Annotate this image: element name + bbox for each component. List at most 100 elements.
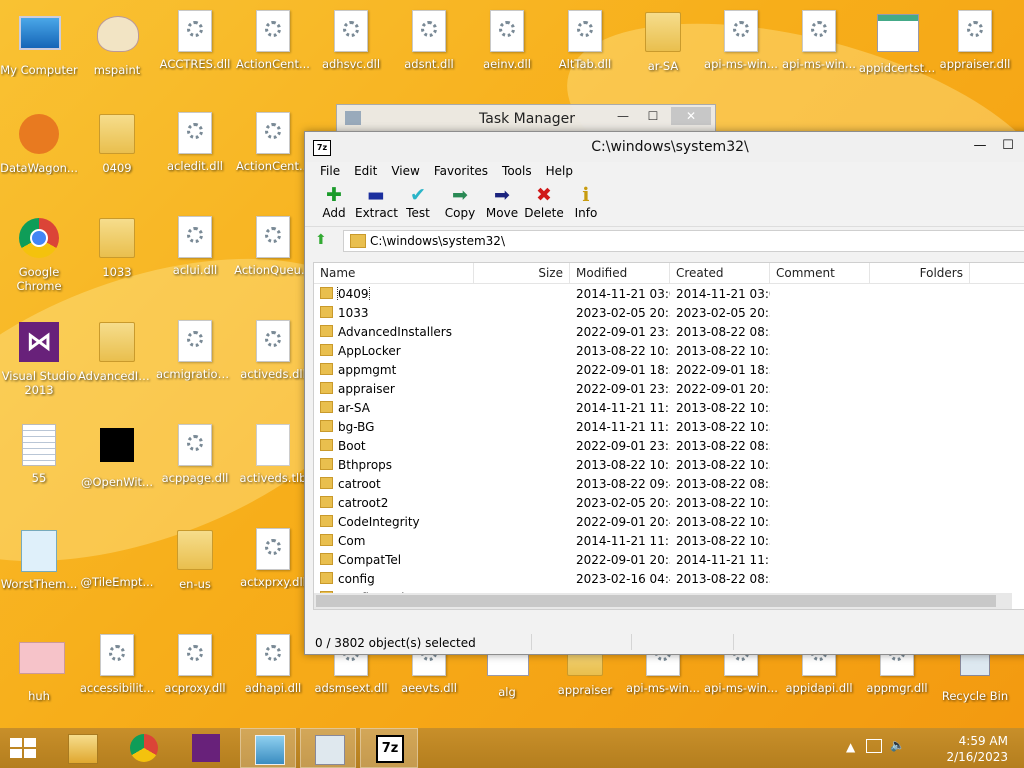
add-button[interactable]: ✚ Add: [313, 182, 355, 226]
file-list[interactable]: Name Size Modified Created Comment Folde…: [313, 262, 1024, 610]
taskbar-photos[interactable]: [240, 728, 296, 768]
table-row[interactable]: catroot 2013-08-22 09:45 2013-08-22 08:36: [314, 474, 1024, 493]
desktop-icon[interactable]: WorstThem...: [0, 528, 78, 591]
copy-button[interactable]: ➡ Copy: [439, 182, 481, 226]
desktop-icon[interactable]: adsnt.dll: [390, 10, 468, 71]
desktop-icon[interactable]: @TileEmpt...: [78, 528, 156, 589]
table-row[interactable]: 1033 2023-02-05 20:31 2023-02-05 20:31: [314, 303, 1024, 322]
desktop-icon[interactable]: acppage.dll: [156, 424, 234, 485]
delete-button[interactable]: ✖ Delete: [523, 182, 565, 226]
menu-view[interactable]: View: [384, 162, 426, 182]
desktop-icon[interactable]: huh: [0, 634, 78, 703]
desktop-icon[interactable]: ActionQueu...: [234, 216, 312, 277]
desktop-icon[interactable]: @OpenWit...: [78, 424, 156, 489]
7zip-file-manager-window[interactable]: 7z C:\windows\system32\ — ☐ File Edit View…: [304, 131, 1024, 655]
desktop-icon[interactable]: aeinv.dll: [468, 10, 546, 71]
taskbar-file-explorer[interactable]: [56, 728, 108, 768]
path-input[interactable]: C:\windows\system32\: [343, 230, 1024, 252]
desktop-icon[interactable]: accessibilit...: [78, 634, 156, 695]
start-button[interactable]: [10, 738, 38, 760]
desktop-icon[interactable]: activeds.tlb: [234, 424, 312, 485]
table-row[interactable]: ar-SA 2014-11-21 11:17 2013-08-22 10:36: [314, 398, 1024, 417]
dll-icon: [331, 10, 371, 54]
test-button[interactable]: ✔ Test: [397, 182, 439, 226]
desktop-icon[interactable]: Google Chrome: [0, 216, 78, 293]
table-row[interactable]: CodeIntegrity 2022-09-01 20:40 2013-08-22 …: [314, 512, 1024, 531]
table-row[interactable]: catroot2 2023-02-05 20:46 2013-08-22 10:36: [314, 493, 1024, 512]
up-folder-icon[interactable]: ⬆: [315, 232, 327, 248]
desktop-icon[interactable]: actxprxy.dll: [234, 528, 312, 589]
desktop-icon[interactable]: acproxy.dll: [156, 634, 234, 695]
menu-file[interactable]: File: [313, 162, 347, 182]
table-row[interactable]: AdvancedInstallers 2022-09-01 23:59 2013-0…: [314, 322, 1024, 341]
move-button[interactable]: ➡ Move: [481, 182, 523, 226]
desktop-icon[interactable]: adhapi.dll: [234, 634, 312, 695]
desktop-icon[interactable]: ⋈ Visual Studio 2013: [0, 320, 78, 397]
column-created[interactable]: Created: [670, 263, 770, 283]
maximize-icon[interactable]: ☐: [639, 107, 667, 125]
folder-icon: [320, 533, 333, 546]
taskbar-chrome[interactable]: [118, 728, 170, 768]
desktop-icon[interactable]: 55: [0, 424, 78, 485]
column-comment[interactable]: Comment: [770, 263, 870, 283]
desktop-icon[interactable]: adhsvc.dll: [312, 10, 390, 71]
table-row[interactable]: Boot 2022-09-01 23:59 2013-08-22 08:36: [314, 436, 1024, 455]
desktop-icon[interactable]: activeds.dll: [234, 320, 312, 381]
column-name[interactable]: Name: [314, 263, 474, 283]
extract-button[interactable]: ▬ Extract: [355, 182, 398, 226]
minimize-icon[interactable]: —: [609, 107, 637, 125]
table-row[interactable]: Com 2014-11-21 11:17 2013-08-22 10:36: [314, 531, 1024, 550]
desktop-icon[interactable]: acledit.dll: [156, 112, 234, 173]
desktop-icon[interactable]: api-ms-win...: [702, 10, 780, 71]
desktop-icon[interactable]: aclui.dll: [156, 216, 234, 277]
volume-icon[interactable]: 🔈: [890, 738, 905, 752]
desktop-icon[interactable]: 0409: [78, 112, 156, 175]
desktop-icon[interactable]: AdvancedIn...: [78, 320, 156, 383]
maximize-icon[interactable]: ☐: [995, 136, 1021, 156]
minimize-icon[interactable]: —: [967, 136, 993, 156]
table-row[interactable]: 0409 2014-11-21 03:00 2014-11-21 03:00: [314, 284, 1024, 303]
horizontal-scrollbar[interactable]: [314, 593, 1012, 609]
table-row[interactable]: config 2023-02-16 04:49 2013-08-22 08:36: [314, 569, 1024, 588]
title-bar[interactable]: 7z C:\windows\system32\ — ☐: [305, 132, 1024, 162]
desktop-icon[interactable]: ACCTRES.dll: [156, 10, 234, 71]
desktop-icon-label: ActionQueu...: [234, 263, 312, 277]
desktop-icon[interactable]: mspaint: [78, 10, 156, 77]
menu-edit[interactable]: Edit: [347, 162, 384, 182]
desktop-icon[interactable]: ActionCent...: [234, 10, 312, 71]
desktop-icon[interactable]: AltTab.dll: [546, 10, 624, 71]
table-row[interactable]: bg-BG 2014-11-21 11:17 2013-08-22 10:36: [314, 417, 1024, 436]
desktop-icon[interactable]: 1033: [78, 216, 156, 279]
taskbar-7zip[interactable]: 7z: [360, 728, 418, 768]
menu-help[interactable]: Help: [539, 162, 580, 182]
desktop-icon[interactable]: ActionCent...: [234, 112, 312, 173]
column-folders[interactable]: Folders: [870, 263, 970, 283]
close-icon[interactable]: ✕: [671, 107, 711, 125]
desktop-icon[interactable]: DataWagon...: [0, 112, 78, 175]
table-row[interactable]: appraiser 2022-09-01 23:59 2022-09-01 20:3…: [314, 379, 1024, 398]
desktop-icon[interactable]: appraiser.dll: [936, 10, 1014, 71]
column-modified[interactable]: Modified: [570, 263, 670, 283]
table-row[interactable]: AppLocker 2013-08-22 10:36 2013-08-22 10:3…: [314, 341, 1024, 360]
desktop-icon[interactable]: en-us: [156, 528, 234, 591]
desktop-icon[interactable]: acmigration...: [156, 320, 234, 381]
show-hidden-icons-icon[interactable]: ▲: [846, 740, 855, 754]
modified-cell: 2013-08-22 09:45: [576, 476, 670, 491]
photos-icon: [255, 735, 285, 765]
desktop-icon[interactable]: api-ms-win...: [780, 10, 858, 71]
desktop-icon[interactable]: ar-SA: [624, 10, 702, 73]
menu-favorites[interactable]: Favorites: [427, 162, 495, 182]
table-row[interactable]: appmgmt 2022-09-01 18:56 2022-09-01 18:56: [314, 360, 1024, 379]
info-button[interactable]: ℹ Info: [565, 182, 607, 226]
table-row[interactable]: Bthprops 2013-08-22 10:36 2013-08-22 10:36: [314, 455, 1024, 474]
clock[interactable]: 4:59 AM 2/16/2023: [946, 733, 1008, 765]
column-size[interactable]: Size: [474, 263, 570, 283]
taskbar-task-manager[interactable]: [300, 728, 356, 768]
desktop-icon[interactable]: My Computer: [0, 10, 78, 77]
scrollbar-thumb[interactable]: [316, 595, 996, 607]
menu-tools[interactable]: Tools: [495, 162, 539, 182]
network-icon[interactable]: [866, 739, 882, 753]
table-row[interactable]: CompatTel 2022-09-01 20:39 2014-11-21 11:1…: [314, 550, 1024, 569]
desktop-icon[interactable]: appidcertst...: [858, 10, 936, 75]
taskbar-visual-studio[interactable]: [180, 728, 232, 768]
